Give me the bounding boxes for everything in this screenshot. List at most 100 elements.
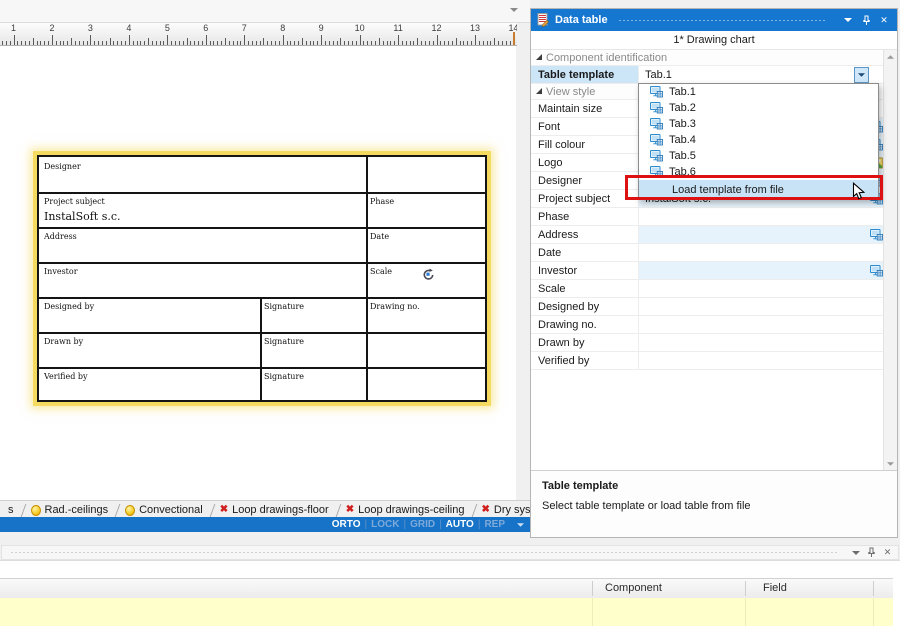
bottom-panel-menu-icon[interactable]: [849, 547, 862, 558]
bottom-panel-drag-grip[interactable]: [10, 551, 838, 555]
collapse-triangle-icon: [536, 54, 542, 60]
property-row-address[interactable]: Address: [531, 226, 884, 244]
cell-phase: Phase: [370, 197, 394, 206]
property-label: Designer: [531, 175, 638, 187]
ruler-number: 9: [319, 23, 324, 33]
scroll-down-icon[interactable]: [884, 457, 897, 470]
property-row-component-identification[interactable]: Component identification: [531, 50, 884, 66]
property-value[interactable]: [638, 298, 884, 315]
panel-drag-grip[interactable]: [618, 18, 827, 23]
property-value[interactable]: Tab.1: [638, 66, 884, 83]
status-toggle-rep[interactable]: REP: [484, 519, 505, 530]
dropdown-item-label: Tab.3: [669, 118, 696, 130]
monitor-table-icon: [650, 118, 663, 130]
column-divider[interactable]: [745, 581, 746, 596]
property-label: Maintain size: [531, 103, 638, 115]
property-value[interactable]: [638, 226, 868, 243]
property-label: Date: [531, 247, 638, 259]
table-line: [39, 227, 485, 229]
tab-label: Rad.-ceilings: [45, 504, 109, 516]
drawing-chart-table[interactable]: Designer Project subject InstalSoft s.c.…: [37, 155, 487, 402]
column-divider[interactable]: [873, 581, 874, 596]
bottom-panel-close-icon[interactable]: ✕: [881, 547, 894, 558]
property-label: Drawn by: [531, 337, 638, 349]
status-toggle-auto[interactable]: AUTO: [446, 519, 474, 530]
status-caret-icon[interactable]: [517, 523, 524, 527]
dropdown-item-tab-5[interactable]: Tab.5: [639, 148, 878, 164]
ruler-number: 10: [355, 23, 365, 33]
property-row-designed-by[interactable]: Designed by: [531, 298, 884, 316]
dropdown-item-tab-1[interactable]: Tab.1: [639, 84, 878, 100]
column-header-field[interactable]: Field: [763, 582, 787, 594]
sheet-tab-convectional[interactable]: Convectional: [117, 502, 212, 518]
sheet-tab-loop-drawings-ceiling[interactable]: ✖Loop drawings-ceiling: [338, 502, 474, 518]
property-row-phase[interactable]: Phase: [531, 208, 884, 226]
monitor-table-icon: [650, 102, 663, 114]
cell-drawn-by: Drawn by: [44, 337, 83, 346]
collapse-triangle-icon: [536, 88, 542, 94]
property-row-table-template[interactable]: Table templateTab.1: [531, 66, 884, 84]
property-value[interactable]: [638, 280, 884, 297]
data-table-panel: Data table ✕ 1* Drawing chart Component …: [530, 8, 898, 538]
monitor-button[interactable]: [868, 262, 884, 279]
status-toggle-lock[interactable]: LOCK: [371, 519, 399, 530]
sheet-tab-loop-drawings-floor[interactable]: ✖Loop drawings-floor: [212, 502, 338, 518]
table-row[interactable]: [0, 598, 893, 626]
property-value[interactable]: [638, 244, 884, 261]
property-row-drawing-no[interactable]: Drawing no.: [531, 316, 884, 334]
bottom-panel-header[interactable]: ✕: [1, 545, 899, 560]
sheet-tab-rad-ceilings[interactable]: Rad.-ceilings: [23, 502, 118, 518]
dropdown-item-label: Tab.1: [669, 86, 696, 98]
panel-menu-icon[interactable]: [841, 13, 855, 27]
cell-investor: Investor: [44, 267, 78, 276]
property-label: Verified by: [531, 355, 638, 367]
panel-close-icon[interactable]: ✕: [877, 13, 891, 27]
ruler-number: 11: [393, 23, 402, 33]
property-row-date[interactable]: Date: [531, 244, 884, 262]
bottom-panel-pin-icon[interactable]: [865, 547, 878, 558]
property-value[interactable]: [638, 334, 884, 351]
status-toggle-grid[interactable]: GRID: [410, 519, 435, 530]
property-row-verified-by[interactable]: Verified by: [531, 352, 884, 370]
property-value[interactable]: [638, 262, 868, 279]
data-table-titlebar[interactable]: Data table ✕: [531, 9, 897, 31]
drawing-canvas[interactable]: Designer Project subject InstalSoft s.c.…: [0, 46, 516, 500]
status-bar: ORTO|LOCK|GRID|AUTO|REP: [0, 517, 530, 532]
tab-label: Loop drawings-ceiling: [358, 504, 464, 516]
property-value[interactable]: [638, 316, 884, 333]
table-line: [260, 297, 262, 400]
cell-signature-1: Signature: [264, 302, 304, 311]
ruler-number: 4: [126, 23, 131, 33]
monitor-table-icon: [650, 134, 663, 146]
dropdown-item-tab-2[interactable]: Tab.2: [639, 100, 878, 116]
property-label: Project subject: [531, 193, 638, 205]
property-grid-scrollbar[interactable]: [883, 50, 897, 470]
table-template-dropdown-button[interactable]: [854, 67, 869, 83]
toolbar-strip: [0, 0, 530, 23]
status-toggle-orto[interactable]: ORTO: [332, 519, 361, 530]
dropdown-item-tab-4[interactable]: Tab.4: [639, 132, 878, 148]
cell-verified-by: Verified by: [44, 372, 88, 381]
selected-component-header: 1* Drawing chart: [531, 31, 897, 50]
property-value[interactable]: [638, 352, 884, 369]
sheet-tab-dry-systems[interactable]: ✖Dry systems: [474, 502, 531, 518]
column-divider[interactable]: [592, 581, 593, 596]
panel-pin-icon[interactable]: [859, 13, 873, 27]
property-row-scale[interactable]: Scale: [531, 280, 884, 298]
sheet-tab-s[interactable]: s: [0, 502, 23, 518]
status-separator: |: [439, 519, 442, 530]
property-value[interactable]: [638, 208, 884, 225]
ruler-number: 5: [165, 23, 170, 33]
property-row-investor[interactable]: Investor: [531, 262, 884, 280]
scroll-up-icon[interactable]: [884, 50, 897, 63]
column-header-component[interactable]: Component: [605, 582, 662, 594]
mouse-cursor: [852, 182, 866, 201]
monitor-button[interactable]: [868, 226, 884, 243]
toolbar-overflow-icon[interactable]: [510, 8, 518, 12]
property-row-drawn-by[interactable]: Drawn by: [531, 334, 884, 352]
dropdown-item-tab-3[interactable]: Tab.3: [639, 116, 878, 132]
property-label: Drawing no.: [531, 319, 638, 331]
cell-divider: [592, 598, 593, 626]
cell-designed-by: Designed by: [44, 302, 94, 311]
property-label: Font: [531, 121, 638, 133]
